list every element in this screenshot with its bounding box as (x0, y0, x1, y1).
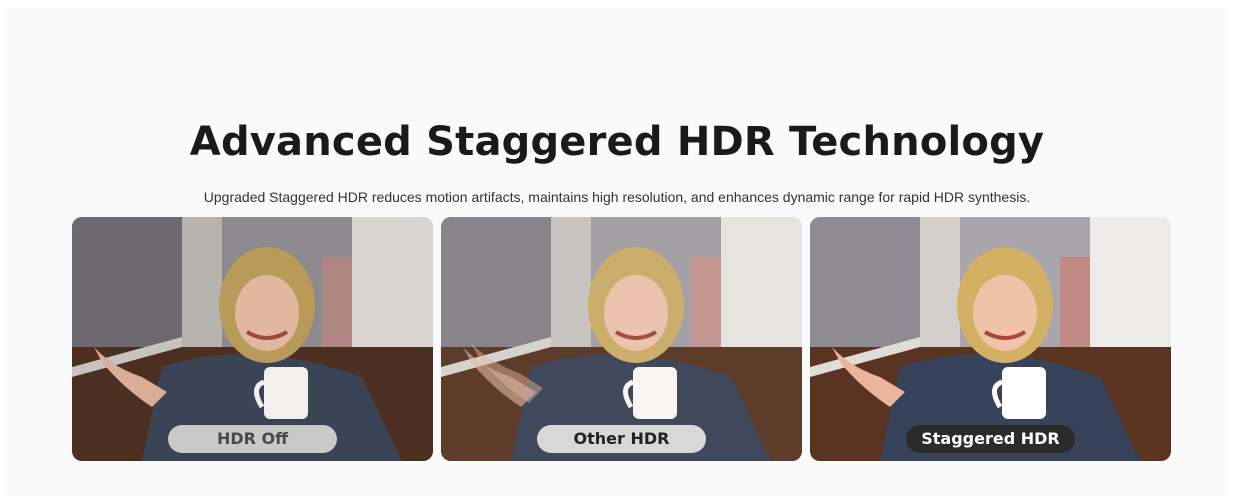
comparison-card-hdr-off: HDR Off (72, 217, 433, 461)
comparison-card-staggered-hdr: Staggered HDR (810, 217, 1171, 461)
comparison-card-other-hdr: Other HDR (441, 217, 802, 461)
section-title: Advanced Staggered HDR Technology (189, 119, 1045, 165)
comparison-label: HDR Off (168, 425, 337, 453)
comparison-label: Other HDR (537, 425, 706, 453)
section-subtitle: Upgraded Staggered HDR reduces motion ar… (203, 189, 1031, 205)
comparison-label: Staggered HDR (906, 425, 1075, 453)
